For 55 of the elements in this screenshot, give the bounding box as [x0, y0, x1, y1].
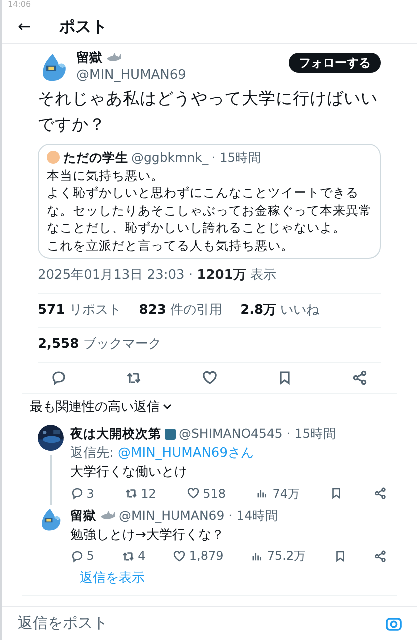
repost-icon[interactable] [122, 550, 135, 562]
post-date: 2025年01月13日 23:03 · [38, 268, 194, 283]
quoted-text: よく恥ずかしいと思わずにこんなことツイートできるな。セッしたりあそこしゃぶってお金稼ぐって本来異常なことだし、恥ずかしいし誇れることじゃないよ。 [47, 184, 372, 236]
heart-icon[interactable] [186, 487, 200, 500]
reply-icon[interactable] [51, 370, 67, 386]
reply-name: 留獄 [70, 506, 96, 525]
bookmark-count[interactable]: 2,558 ブックマーク [38, 337, 162, 352]
share-icon[interactable] [352, 370, 368, 386]
heart-icon[interactable] [173, 550, 186, 562]
post-text: それじゃあ私はどうやって大学に行けばいいですか？ [38, 88, 379, 136]
reply-handle: @MIN_HUMAN69 · 14時間 [119, 506, 279, 525]
stat-link[interactable]: 571 リポスト [38, 300, 122, 320]
shark-icon [106, 53, 122, 64]
action-count: 4 [138, 548, 146, 565]
status-time: 14:06 [8, 0, 32, 9]
sort-dropdown[interactable]: 最も関連性の高い返信 [30, 398, 160, 417]
action-count: 12 [141, 486, 156, 503]
back-button[interactable]: ← [18, 14, 32, 38]
reply-icon[interactable] [70, 550, 84, 562]
quoted-text: これを立派だと言ってる人も気持ち悪い。 [47, 236, 295, 254]
stat-link[interactable]: 2.8万 いいね [240, 300, 320, 320]
reply-field[interactable]: 返信をポスト [16, 611, 385, 636]
action-count: 5 [86, 548, 94, 565]
heart-icon[interactable] [202, 370, 218, 386]
share-icon[interactable] [374, 550, 387, 562]
emoji-icon [164, 428, 176, 440]
quoted-name: ただの学生 [63, 149, 128, 166]
avatar-icon [47, 151, 60, 164]
view-count: 1201万 表示 [197, 268, 276, 283]
reply-text: 大学行くな働いとけ [70, 464, 188, 482]
action-count: 75.2万 [267, 548, 306, 565]
reply-to-label: 返信先: [70, 446, 114, 461]
user-name: 留獄 [76, 50, 102, 67]
action-count: 74万 [272, 486, 300, 503]
action-count: 1,879 [189, 548, 224, 565]
action-count: 518 [203, 486, 226, 503]
page-title: ポスト [59, 16, 108, 38]
bookmark-icon[interactable] [330, 487, 344, 500]
repost-icon[interactable] [124, 487, 138, 500]
quoted-text: 本当に気持ち悪い。 [47, 166, 165, 184]
reply-name: 夜は大開校次第 [70, 425, 162, 443]
chevron-icon[interactable] [163, 404, 172, 410]
quoted-post[interactable]: ただの学生 @ggbkmnk_ · 15時間 本当に気持ち悪い。 よく恥ずかしいと思わずにこんなことツイートできるな。セッしたりあそこしゃぶってお金稼ぐって本来異常なことだし、恥ずかしいし誇れることじゃないよ。 これを立派だと言ってる人も気持ち悪い。 [38, 144, 381, 259]
shark-icon [100, 510, 116, 522]
reply-text: 勉強しとけ→大学行くな？ [70, 526, 226, 544]
follow-button[interactable]: フォローする [289, 53, 381, 74]
user-handle: @MIN_HUMAN69 [76, 67, 188, 84]
stat-link[interactable]: 823 件の引用 [139, 300, 223, 320]
action-count: 3 [86, 486, 94, 503]
quoted-time: · 15時間 [212, 149, 262, 166]
reply-handle: @SHIMANO4545 · 15時間 [179, 425, 337, 443]
bookmark-icon[interactable] [334, 550, 347, 562]
reply-icon[interactable] [70, 487, 84, 500]
share-icon[interactable] [374, 487, 387, 500]
quoted-handle: @ggbkmnk_ [132, 149, 209, 166]
